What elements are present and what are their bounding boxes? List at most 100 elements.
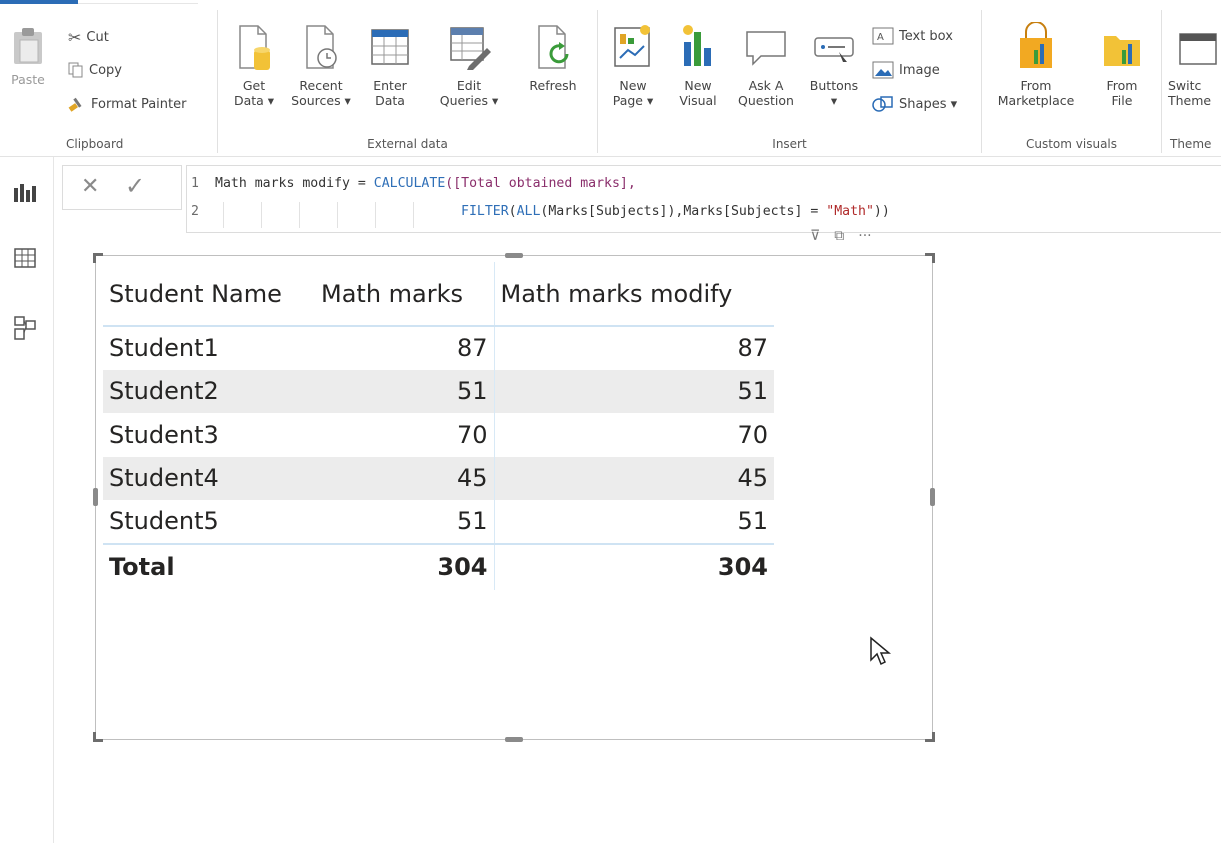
insert-group: New Page ▾ New Visual Ask A Question But… (598, 10, 982, 153)
commit-formula-icon[interactable]: ✓ (125, 172, 145, 200)
themes-group: Switc Theme Theme (1162, 10, 1221, 153)
folder-chart-icon (1104, 36, 1140, 66)
table-grid-icon (371, 29, 409, 65)
cancel-formula-icon[interactable]: ✕ (81, 174, 99, 199)
paste-icon (14, 28, 42, 64)
resize-corner-bottom-right[interactable] (925, 732, 935, 742)
table-row: Student3 70 70 (103, 413, 774, 457)
paste-label: Paste (11, 72, 45, 87)
data-view-button[interactable] (10, 243, 40, 273)
svg-text:A: A (877, 32, 884, 43)
dax-function-calculate: CALCULATE (373, 176, 446, 191)
new-visual-button[interactable]: New Visual (668, 22, 728, 108)
focus-mode-icon[interactable]: ⧉ (834, 228, 844, 244)
line-number: 2 (191, 204, 199, 219)
text-box-icon: A (872, 27, 894, 45)
new-visual-label-1: New (684, 78, 712, 93)
formula-line-2: 2 FILTER(ALL(Marks[Subjects]),Marks[Subje… (191, 204, 890, 219)
model-view-button[interactable] (10, 313, 40, 343)
filter-icon[interactable]: ⊽ (810, 228, 820, 244)
formula-editor[interactable]: 1 Math marks modify = CALCULATE([Total ob… (186, 165, 1221, 233)
insert-group-label: Insert (772, 137, 807, 151)
cell-math-marks-modify: 51 (737, 507, 768, 536)
cut-label: Cut (86, 30, 109, 45)
clipboard-group-label: Clipboard (66, 137, 124, 151)
ask-question-label-2: Question (738, 93, 794, 108)
copy-icon (68, 62, 83, 78)
resize-corner-top-left[interactable] (93, 253, 103, 263)
edit-queries-label-2: Queries ▾ (439, 93, 499, 108)
copy-label: Copy (89, 62, 122, 78)
refresh-button[interactable]: Refresh (518, 22, 588, 93)
resize-corner-bottom-left[interactable] (93, 732, 103, 742)
buttons-button[interactable]: Buttons ▾ (802, 22, 866, 108)
format-painter-icon (68, 97, 82, 112)
switch-theme-label-1: Switc (1168, 78, 1202, 93)
cut-button[interactable]: ✂ Cut (68, 28, 109, 47)
marks-table: Student Name Math marks Math marks modif… (103, 262, 774, 590)
shapes-button[interactable]: Shapes ▾ (872, 95, 957, 113)
dax-function-all: ALL (516, 204, 541, 219)
format-painter-button[interactable]: Format Painter (68, 96, 186, 112)
get-data-button[interactable]: Get Data ▾ (224, 22, 284, 108)
edit-queries-icon (450, 27, 491, 70)
copy-button[interactable]: Copy (68, 62, 122, 78)
switch-theme-button[interactable]: Switc Theme (1168, 22, 1221, 108)
column-header-student-name[interactable]: Student Name (103, 262, 315, 327)
ribbon: Paste ✂ Cut Copy Format Painter Clipboar… (0, 0, 1221, 157)
cell-math-marks: 70 (315, 413, 495, 457)
external-data-group-label: External data (367, 137, 448, 151)
table-total-row: Total 304 304 (103, 542, 774, 590)
from-marketplace-button[interactable]: From Marketplace (986, 22, 1086, 108)
view-switcher (0, 157, 54, 843)
table-row: Student2 51 51 (103, 369, 774, 413)
column-header-math-marks-modify[interactable]: Math marks modify (494, 262, 774, 327)
enter-data-button[interactable]: Enter Data (362, 22, 418, 108)
resize-handle-bottom[interactable] (505, 737, 523, 742)
text-box-button[interactable]: A Text box (872, 27, 953, 45)
report-view-icon (14, 184, 36, 202)
refresh-icon (538, 25, 569, 69)
cell-student-name: Student4 (103, 456, 315, 500)
ask-question-button[interactable]: Ask A Question (728, 22, 804, 108)
refresh-label: Refresh (529, 78, 577, 93)
indent-guide (223, 202, 224, 228)
new-page-label-1: New (619, 78, 647, 93)
tab-strip (78, 3, 198, 4)
total-math-marks-modify: 304 (494, 542, 774, 590)
cell-math-marks: 51 (315, 500, 495, 544)
edit-queries-button[interactable]: Edit Queries ▾ (432, 22, 506, 108)
column-header-math-marks[interactable]: Math marks (315, 262, 495, 327)
from-file-label-2: File (1111, 93, 1133, 108)
enter-data-label-2: Data (375, 93, 405, 108)
data-view-icon (14, 248, 36, 268)
resize-corner-top-right[interactable] (925, 253, 935, 263)
paste-button[interactable]: Paste (6, 26, 50, 87)
dax-function-filter: FILTER (461, 204, 509, 219)
recent-sources-button[interactable]: Recent Sources ▾ (286, 22, 356, 108)
from-marketplace-label-1: From (1020, 78, 1052, 93)
new-page-label-2: Page ▾ (612, 93, 654, 108)
indent-guide (261, 202, 262, 228)
image-button[interactable]: Image (872, 61, 940, 79)
speech-bubble-icon (746, 31, 786, 66)
recent-sources-icon (306, 25, 337, 69)
more-options-icon[interactable]: ··· (858, 228, 871, 244)
from-file-button[interactable]: From File (1090, 22, 1154, 108)
get-data-icon (239, 25, 270, 70)
new-page-button[interactable]: New Page ▾ (604, 22, 662, 108)
theme-icon (1179, 33, 1217, 65)
indent-guide (413, 202, 414, 228)
resize-handle-left[interactable] (93, 488, 98, 506)
line-number: 1 (191, 176, 199, 191)
report-view-button[interactable] (10, 177, 40, 207)
formula-line-1: 1 Math marks modify = CALCULATE([Total ob… (191, 176, 636, 191)
cell-math-marks: 51 (315, 369, 495, 413)
resize-handle-right[interactable] (930, 488, 935, 506)
cell-student-name: Student3 (109, 420, 219, 449)
button-control-icon (814, 37, 854, 62)
dax-paren-close: )) (873, 204, 890, 219)
resize-handle-top[interactable] (505, 253, 523, 258)
table-row: Student5 51 51 (103, 500, 774, 544)
cell-student-name: Student5 (109, 507, 219, 536)
